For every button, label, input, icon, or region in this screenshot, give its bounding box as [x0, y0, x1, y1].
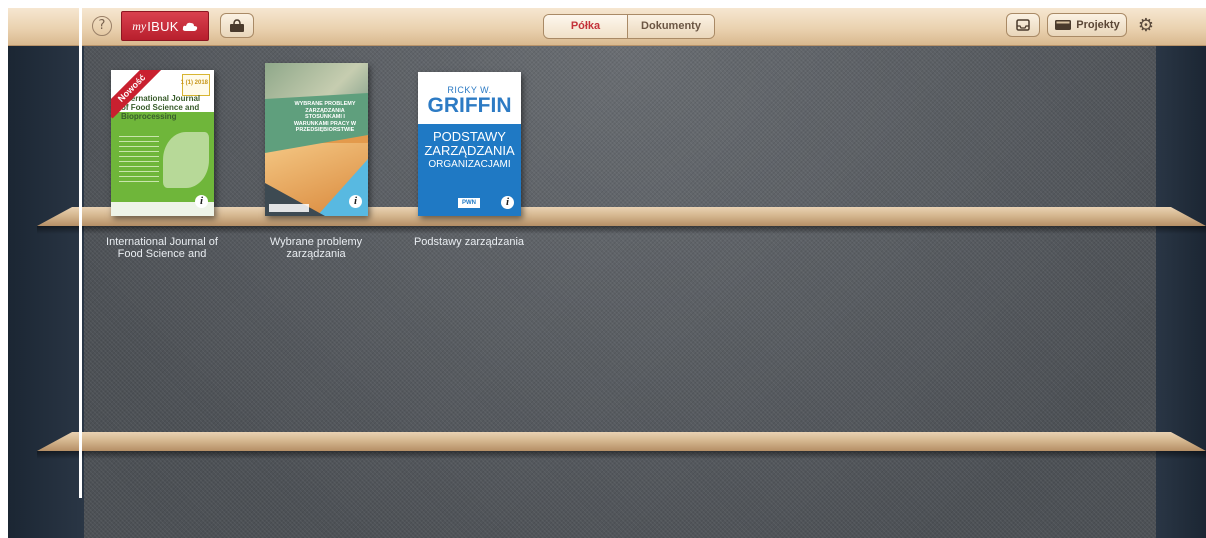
book-cover-wybrane-problemy[interactable]: WYBRANE PROBLEMY ZARZĄDZANIA STOSUNKAMI … [265, 63, 368, 216]
cloud-icon [182, 22, 197, 31]
myibuk-logo-button[interactable]: my IBUK [121, 11, 209, 41]
book-caption[interactable]: Podstawy zarządzania [404, 236, 534, 248]
inbox-icon [1016, 19, 1030, 31]
cover-title: WYBRANE PROBLEMY ZARZĄDZANIA STOSUNKAMI … [293, 101, 357, 133]
view-switcher: Półka Dokumenty [543, 14, 715, 39]
book-cover-podstawy-zarzadzania[interactable]: RICKY W. GRIFFIN PODSTAWY ZARZĄDZANIA OR… [418, 72, 521, 216]
info-icon[interactable]: i [195, 195, 208, 208]
help-icon[interactable]: ? [92, 16, 112, 36]
book-cover-food-science[interactable]: 1 (1) 2018 International Journal of Food… [111, 70, 214, 216]
settings-gear-icon[interactable]: ⚙ [1136, 16, 1156, 36]
projects-button[interactable]: Projekty [1047, 13, 1127, 37]
projects-label: Projekty [1076, 19, 1120, 31]
left-frame [8, 46, 84, 538]
cover-publisher-logo: PWN [458, 198, 480, 208]
right-frame [1156, 46, 1206, 538]
folder-icon [1055, 20, 1072, 30]
info-icon[interactable]: i [501, 196, 514, 209]
cover-issue-text: 1 (1) 2018 [180, 80, 208, 86]
book-caption[interactable]: International Journal of Food Science an… [97, 236, 227, 260]
cover-author-surname: GRIFFIN [427, 94, 512, 117]
top-toolbar: ? my IBUK Półka Dokumenty Projekty ⚙ [8, 8, 1206, 46]
basket-button[interactable] [220, 13, 254, 38]
cover-leaf-graphic [163, 132, 209, 188]
basket-icon [230, 18, 244, 32]
info-icon[interactable]: i [349, 195, 362, 208]
cover-title-line: PODSTAWY [433, 129, 506, 144]
book-caption[interactable]: Wybrane problemy zarządzania [251, 236, 381, 260]
tab-polka[interactable]: Półka [544, 15, 628, 38]
shelf-shadow [37, 451, 1206, 459]
tab-dokumenty[interactable]: Dokumenty [628, 15, 714, 38]
vertical-divider [79, 0, 82, 498]
cover-title-line: ORGANIZACJAMI [428, 159, 511, 170]
bookshelf-wall [84, 46, 1156, 538]
cover-title-line: ZARZĄDZANIA [424, 143, 515, 158]
shelf-shadow [37, 226, 1206, 234]
cover-title: International Journal of Food Science an… [121, 94, 201, 121]
shelf-board [37, 432, 1206, 451]
download-button[interactable] [1006, 13, 1040, 37]
brand-name: IBUK [147, 18, 179, 34]
cover-publisher-logo [269, 204, 309, 212]
cover-contents-list [119, 132, 159, 182]
brand-my: my [132, 18, 147, 33]
cover-title: PODSTAWY ZARZĄDZANIA ORGANIZACJAMI [418, 130, 521, 172]
